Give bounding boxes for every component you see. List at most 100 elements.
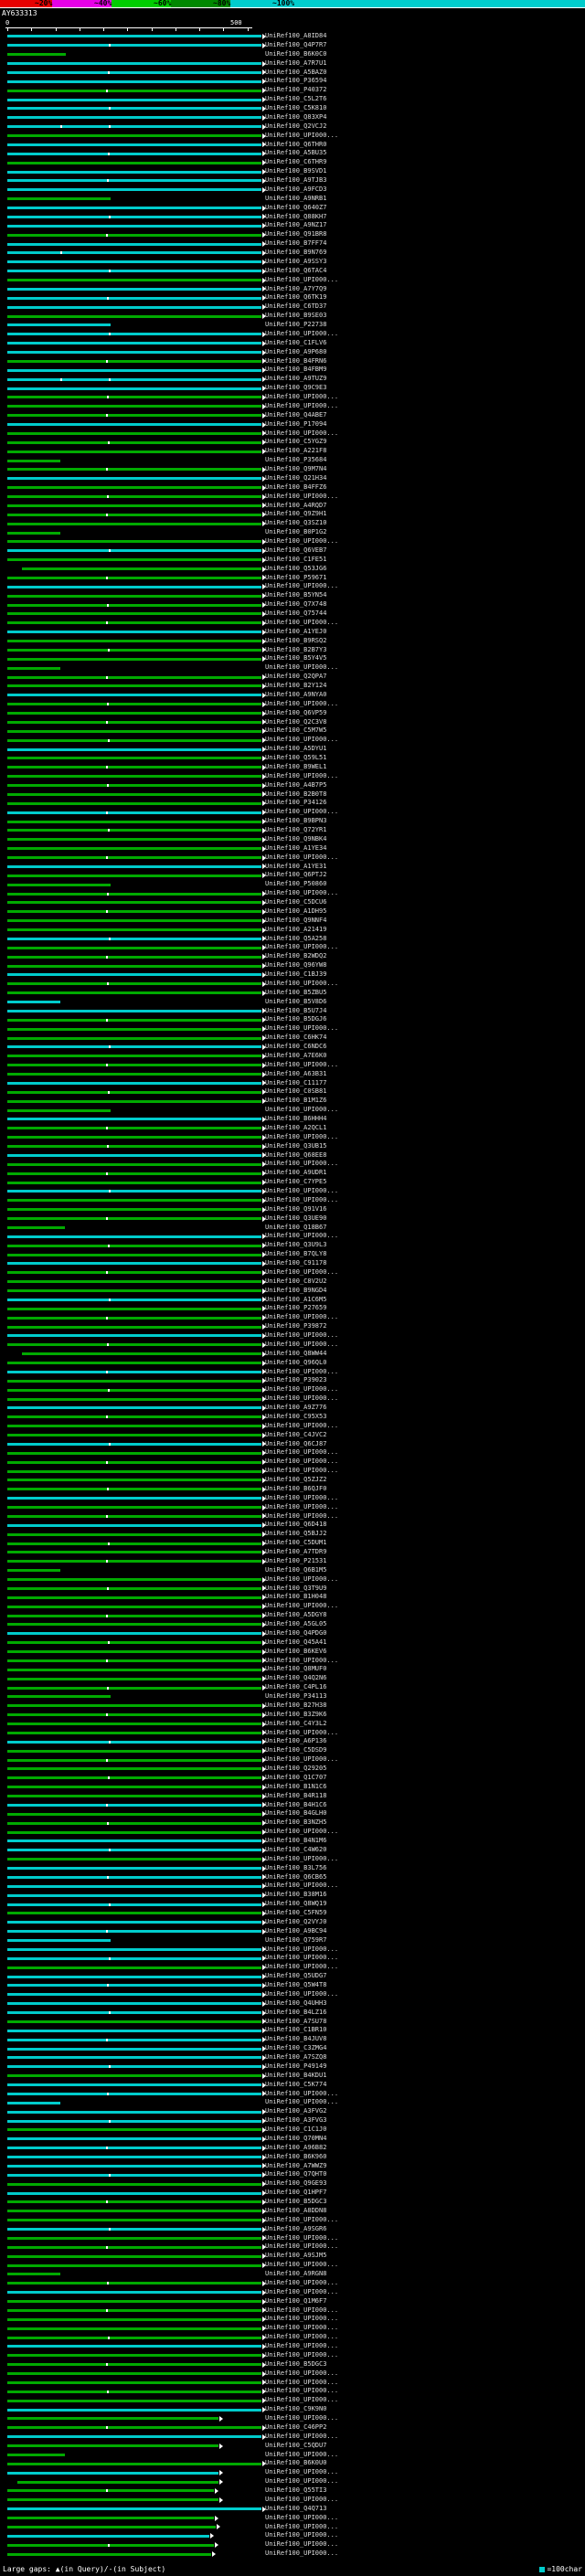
hit-bar[interactable] [7, 2525, 217, 2528]
hit-bar[interactable] [7, 1578, 262, 1582]
hit-row[interactable]: UniRef100_B5V8D6 [0, 998, 585, 1007]
hit-label[interactable]: UniRef100_Q2QPA7 [265, 673, 326, 682]
hit-bar[interactable] [7, 1045, 262, 1049]
hit-label[interactable]: UniRef100_C7YPE5 [265, 1178, 326, 1187]
hit-row[interactable]: UniRef100_UPI000... [0, 1657, 585, 1666]
hit-bar[interactable] [7, 1506, 262, 1510]
hit-bar[interactable] [7, 513, 262, 516]
hit-row[interactable]: UniRef100_Q3U9L3 [0, 1241, 585, 1250]
hit-row[interactable]: UniRef100_Q45A41 [0, 1638, 585, 1648]
hit-row[interactable]: UniRef100_P22738 [0, 321, 585, 330]
hit-label[interactable]: UniRef100_P27659 [265, 1304, 326, 1313]
hit-row[interactable]: UniRef100_A9Z776 [0, 1404, 585, 1413]
hit-bar[interactable] [7, 1532, 262, 1536]
hit-label[interactable]: UniRef100_Q70MN4 [265, 2135, 326, 2144]
hit-bar[interactable] [7, 1081, 262, 1085]
hit-row[interactable]: UniRef100_A5BAZ0 [0, 69, 585, 78]
hit-row[interactable]: UniRef100_UPI000... [0, 2306, 585, 2316]
hit-bar[interactable] [7, 2336, 262, 2339]
hit-row[interactable]: UniRef100_UPI000... [0, 1313, 585, 1322]
hit-row[interactable]: UniRef100_UPI000... [0, 2549, 585, 2559]
hit-bar[interactable] [7, 1235, 262, 1238]
hit-bar[interactable] [7, 648, 262, 652]
hit-label[interactable]: UniRef100_Q8WQ19 [265, 1900, 326, 1909]
hit-label[interactable]: UniRef100_A9P680 [265, 348, 326, 357]
hit-label[interactable]: UniRef100_UPI000... [265, 1990, 338, 1999]
hit-row[interactable]: UniRef100_A221F8 [0, 447, 585, 456]
hit-bar[interactable] [7, 431, 262, 435]
hit-label[interactable]: UniRef100_UPI000... [265, 853, 338, 863]
hit-label[interactable]: UniRef100_B9N769 [265, 249, 326, 258]
hit-bar[interactable] [7, 1127, 262, 1130]
hit-bar[interactable] [7, 359, 262, 363]
hit-bar[interactable] [7, 1966, 262, 1969]
hit-label[interactable]: UniRef100_B9SVD1 [265, 167, 326, 176]
hit-row[interactable]: UniRef100_UPI000... [0, 429, 585, 439]
hit-row[interactable]: UniRef100_B6KEV6 [0, 1648, 585, 1657]
hit-bar[interactable] [7, 396, 262, 399]
hit-row[interactable]: UniRef100_C5YGZ9 [0, 438, 585, 447]
hit-row[interactable]: UniRef100_Q2VCJ2 [0, 122, 585, 132]
hit-bar[interactable] [7, 1713, 262, 1717]
hit-row[interactable]: UniRef100_Q96YW8 [0, 961, 585, 970]
hit-bar[interactable] [7, 242, 262, 246]
hit-bar[interactable] [7, 143, 262, 146]
hit-bar[interactable] [7, 1884, 262, 1888]
hit-bar[interactable] [7, 2390, 262, 2393]
hit-label[interactable]: UniRef100_B2Y124 [265, 682, 326, 691]
hit-row[interactable]: UniRef100_UPI000... [0, 1494, 585, 1503]
hit-bar[interactable] [7, 2435, 262, 2439]
hit-bar[interactable] [7, 666, 60, 670]
hit-label[interactable]: UniRef100_UPI000... [265, 582, 338, 591]
hit-label[interactable]: UniRef100_A4B7P5 [265, 781, 326, 790]
hit-label[interactable]: UniRef100_UPI000... [265, 2279, 338, 2288]
hit-bar[interactable] [7, 612, 262, 616]
hit-label[interactable]: UniRef100_UPI000... [265, 1024, 338, 1034]
hit-bar[interactable] [7, 333, 262, 336]
hit-label[interactable]: UniRef100_C4Y3L2 [265, 1720, 326, 1729]
hit-label[interactable]: UniRef100_UPI000... [265, 1394, 338, 1404]
hit-row[interactable]: UniRef100_Q68EE8 [0, 1151, 585, 1161]
hit-bar[interactable] [7, 53, 67, 57]
hit-label[interactable]: UniRef100_Q21H34 [265, 474, 326, 483]
hit-label[interactable]: UniRef100_B6KEV6 [265, 1648, 326, 1657]
hit-bar[interactable] [7, 2517, 214, 2520]
hit-row[interactable]: UniRef100_C4JVC2 [0, 1431, 585, 1440]
hit-label[interactable]: UniRef100_UPI000... [265, 1331, 338, 1341]
hit-bar[interactable] [7, 1668, 262, 1671]
hit-row[interactable]: UniRef100_Q759R7 [0, 1936, 585, 1945]
hit-label[interactable]: UniRef100_Q91V16 [265, 1205, 326, 1214]
hit-label[interactable]: UniRef100_UPI000... [265, 2098, 338, 2107]
hit-bar[interactable] [7, 125, 262, 129]
hit-label[interactable]: UniRef100_A7R7U1 [265, 59, 326, 69]
hit-label[interactable]: UniRef100_UPI000... [265, 1268, 338, 1277]
hit-label[interactable]: UniRef100_Q1M6F7 [265, 2297, 326, 2306]
hit-label[interactable]: UniRef100_A21419 [265, 926, 326, 935]
hit-bar[interactable] [7, 2137, 262, 2141]
hit-bar[interactable] [7, 1280, 262, 1284]
hit-row[interactable]: UniRef100_UPI000... [0, 1575, 585, 1585]
hit-label[interactable]: UniRef100_Q72YR1 [265, 826, 326, 835]
hit-bar[interactable] [7, 991, 262, 995]
hit-row[interactable]: UniRef100_B5ZBU5 [0, 989, 585, 998]
hit-label[interactable]: UniRef100_UPI000... [265, 1882, 338, 1891]
hit-bar[interactable] [7, 1271, 262, 1275]
hit-row[interactable]: UniRef100_UPI000... [0, 1331, 585, 1341]
hit-bar[interactable] [7, 1858, 262, 1861]
hit-row[interactable]: UniRef100_C1C1J0 [0, 2125, 585, 2135]
hit-label[interactable]: UniRef100_A1DH95 [265, 907, 326, 917]
hit-label[interactable]: UniRef100_A9SSY3 [265, 258, 326, 267]
hit-label[interactable]: UniRef100_Q3SZ10 [265, 519, 326, 528]
hit-label[interactable]: UniRef100_C0SB81 [265, 1087, 326, 1097]
hit-bar[interactable] [7, 2074, 262, 2078]
hit-label[interactable]: UniRef100_C1BR10 [265, 2026, 326, 2035]
hit-bar[interactable] [7, 2245, 262, 2249]
hit-bar[interactable] [7, 414, 262, 418]
hit-bar[interactable] [7, 2408, 262, 2412]
hit-row[interactable]: UniRef100_UPI000... [0, 808, 585, 817]
hit-label[interactable]: UniRef100_Q59L51 [265, 754, 326, 763]
hit-row[interactable]: UniRef100_B4LZ16 [0, 2009, 585, 2018]
hit-label[interactable]: UniRef100_Q5UDG7 [265, 1972, 326, 1981]
hit-label[interactable]: UniRef100_C3ZMG4 [265, 2044, 326, 2053]
hit-label[interactable]: UniRef100_UPI000... [265, 429, 338, 439]
